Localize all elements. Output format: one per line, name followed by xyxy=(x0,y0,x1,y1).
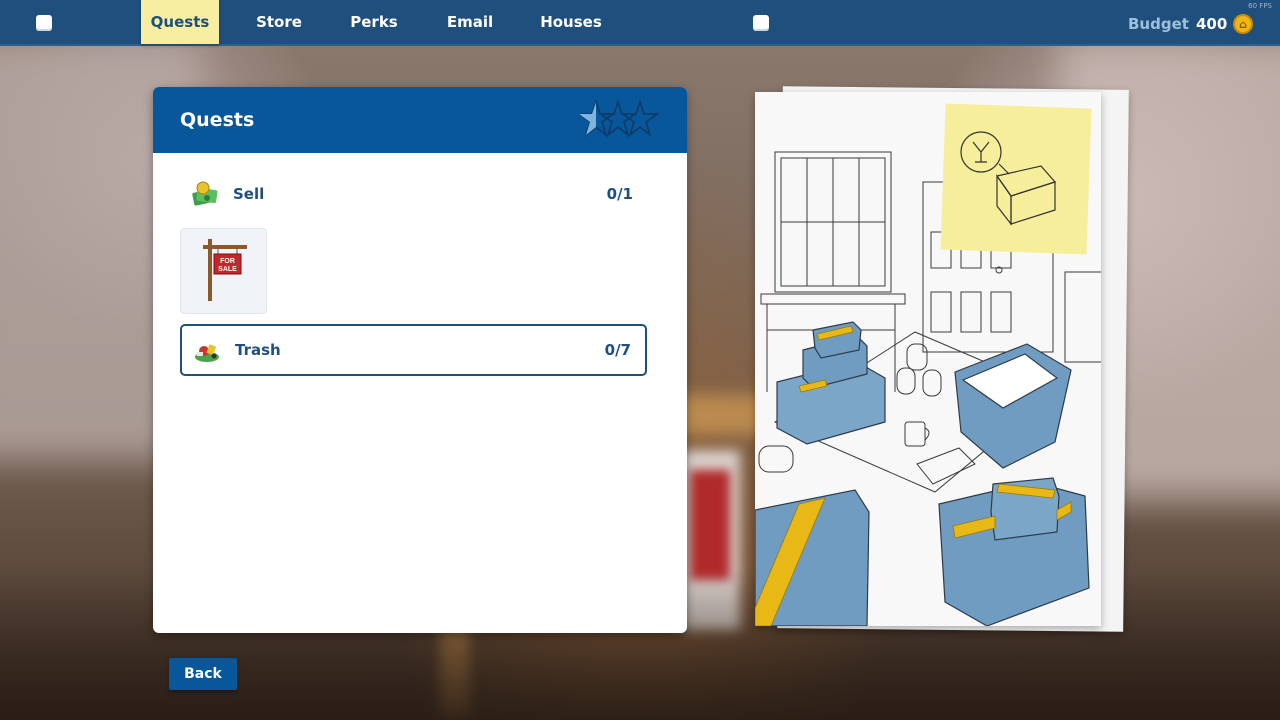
back-button[interactable]: Back xyxy=(169,658,237,690)
quest-label: Trash xyxy=(235,341,281,359)
quest-trash[interactable]: Trash 0/7 xyxy=(180,324,647,376)
left-toggle-checkbox[interactable] xyxy=(36,15,52,31)
panel-title: Quests xyxy=(180,109,255,131)
star-rating-icon xyxy=(580,100,660,138)
money-icon xyxy=(192,181,218,206)
tab-email[interactable]: Email xyxy=(441,0,499,44)
right-toggle-checkbox[interactable] xyxy=(753,15,769,31)
quests-panel: Quests Sell 0/1 FOR SALE Trash 0/7 xyxy=(153,87,687,633)
sign-text-sale: SALE xyxy=(218,266,237,273)
for-sale-sign-icon: FOR SALE xyxy=(203,239,247,301)
tab-store[interactable]: Store xyxy=(250,0,308,44)
for-sale-sign-tile[interactable]: FOR SALE xyxy=(180,228,267,314)
trash-pile-icon xyxy=(195,344,219,362)
quests-panel-header: Quests xyxy=(153,87,687,153)
room-sketch-image xyxy=(755,103,1101,626)
quest-sell[interactable]: Sell 0/1 xyxy=(180,168,647,220)
quest-count: 0/7 xyxy=(604,341,631,359)
tab-perks[interactable]: Perks xyxy=(345,0,403,44)
tab-houses[interactable]: Houses xyxy=(537,0,605,44)
top-navigation-bar: 60 FPS Quests Store Perks Email Houses B… xyxy=(0,0,1280,46)
tab-quests[interactable]: Quests xyxy=(141,0,219,44)
quest-count: 0/1 xyxy=(606,185,633,203)
house-coin-icon: ⌂ xyxy=(1233,14,1253,34)
fps-counter: 60 FPS xyxy=(1248,2,1272,10)
quest-label: Sell xyxy=(233,185,265,203)
sign-text-for: FOR xyxy=(220,258,235,265)
budget-value: 400 xyxy=(1196,15,1228,33)
budget-label: Budget xyxy=(1128,15,1189,33)
task-sketch-illustration xyxy=(755,92,1101,626)
